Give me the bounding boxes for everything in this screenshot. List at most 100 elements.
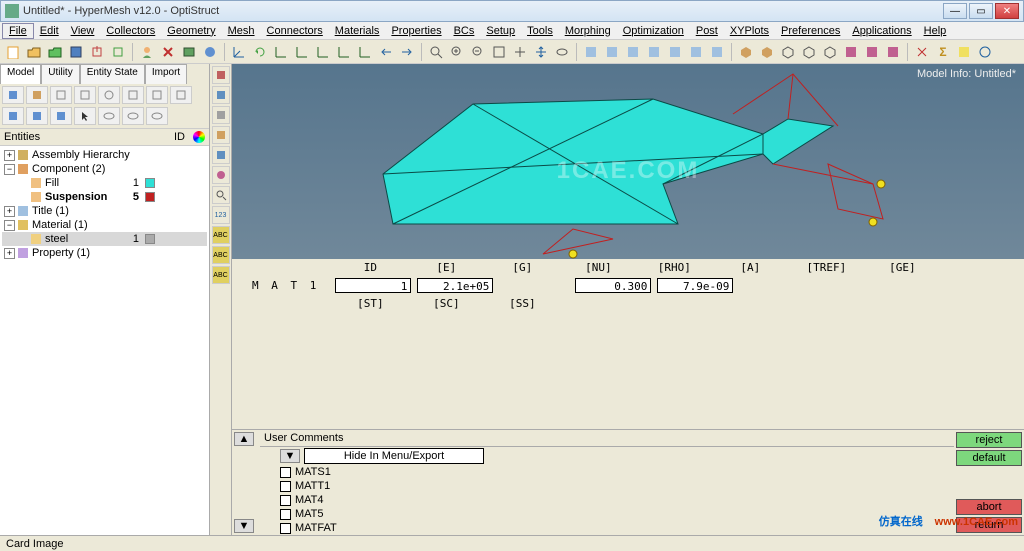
minimize-button[interactable]: — — [943, 3, 967, 19]
zoom-out-icon[interactable] — [469, 43, 487, 61]
vtool-hide-icon[interactable] — [212, 106, 230, 124]
user-icon[interactable] — [138, 43, 156, 61]
menu-tools[interactable]: Tools — [521, 24, 559, 38]
mesh1-icon[interactable] — [842, 43, 860, 61]
menu-geometry[interactable]: Geometry — [161, 24, 221, 38]
default-button[interactable]: default — [956, 450, 1022, 466]
menu-applications[interactable]: Applications — [846, 24, 917, 38]
expand-icon[interactable]: − — [4, 220, 15, 231]
checkbox[interactable] — [280, 467, 291, 478]
open-icon[interactable] — [25, 43, 43, 61]
tree-assembly[interactable]: + Assembly Hierarchy — [2, 148, 207, 162]
menu-optimization[interactable]: Optimization — [617, 24, 690, 38]
shade2-icon[interactable] — [758, 43, 776, 61]
vtool-abc1-icon[interactable]: ABC — [212, 226, 230, 244]
tab-utility[interactable]: Utility — [41, 64, 79, 84]
field-e[interactable]: 2.1e+05 — [417, 278, 493, 293]
vtool-abc2-icon[interactable]: ABC — [212, 246, 230, 264]
tree-suspension[interactable]: Suspension 5 — [2, 190, 207, 204]
arrows-icon[interactable] — [532, 43, 550, 61]
organize-icon[interactable] — [201, 43, 219, 61]
expand-icon[interactable]: + — [4, 150, 15, 161]
view-xy-icon[interactable] — [272, 43, 290, 61]
vtool-find-icon[interactable] — [212, 186, 230, 204]
menu-materials[interactable]: Materials — [329, 24, 386, 38]
vtool-isolate-icon[interactable] — [212, 66, 230, 84]
entity-tree[interactable]: + Assembly Hierarchy − Component (2) Fil… — [0, 146, 209, 535]
menu-help[interactable]: Help — [918, 24, 953, 38]
delete-icon[interactable] — [159, 43, 177, 61]
hide-option[interactable]: Hide In Menu/Export — [304, 448, 484, 464]
menu-mesh[interactable]: Mesh — [222, 24, 261, 38]
card-icon[interactable] — [180, 43, 198, 61]
scroll-up-icon[interactable]: ▲ — [234, 432, 254, 446]
3d-viewport[interactable]: Model Info: Untitled* — [232, 64, 1024, 259]
browser-btn7[interactable] — [146, 86, 168, 104]
zoom-icon[interactable] — [427, 43, 445, 61]
menu-view[interactable]: View — [65, 24, 101, 38]
zoom-in-icon[interactable] — [448, 43, 466, 61]
color-swatch[interactable] — [145, 234, 155, 244]
import-icon[interactable] — [88, 43, 106, 61]
tree-property[interactable]: + Property (1) — [2, 246, 207, 260]
opt-mat5[interactable]: MAT5 — [280, 507, 934, 521]
wire1-icon[interactable] — [779, 43, 797, 61]
zoom-fit-icon[interactable] — [490, 43, 508, 61]
expand-icon[interactable]: − — [4, 164, 15, 175]
wire3-icon[interactable] — [821, 43, 839, 61]
new-icon[interactable] — [4, 43, 22, 61]
view-rev-icon[interactable] — [356, 43, 374, 61]
menu-connectors[interactable]: Connectors — [261, 24, 329, 38]
browser-btn8[interactable] — [170, 86, 192, 104]
vtool-numbers-icon[interactable]: 123 — [212, 206, 230, 224]
browser-btn9[interactable] — [2, 107, 24, 125]
tree-steel[interactable]: steel 1 — [2, 232, 207, 246]
pan-icon[interactable] — [511, 43, 529, 61]
tab-import[interactable]: Import — [145, 64, 187, 84]
menu-xyplots[interactable]: XYPlots — [724, 24, 775, 38]
menu-morphing[interactable]: Morphing — [559, 24, 617, 38]
tree-component[interactable]: − Component (2) — [2, 162, 207, 176]
tool-sigma-icon[interactable]: Σ — [934, 43, 952, 61]
tool-check-icon[interactable] — [955, 43, 973, 61]
display7-icon[interactable] — [708, 43, 726, 61]
tool-opt-icon[interactable] — [976, 43, 994, 61]
save-icon[interactable] — [67, 43, 85, 61]
menu-edit[interactable]: Edit — [34, 24, 65, 38]
tab-entity-state[interactable]: Entity State — [80, 64, 145, 84]
vtool-show-icon[interactable] — [212, 86, 230, 104]
tab-model[interactable]: Model — [0, 64, 41, 84]
browser-btn10[interactable] — [26, 107, 48, 125]
menu-file[interactable]: File — [2, 23, 34, 39]
browser-btn3[interactable] — [50, 86, 72, 104]
browser-btn11[interactable] — [50, 107, 72, 125]
browser-btn13[interactable] — [98, 107, 120, 125]
display1-icon[interactable] — [582, 43, 600, 61]
mesh3-icon[interactable] — [884, 43, 902, 61]
view-iso-icon[interactable] — [335, 43, 353, 61]
color-swatch[interactable] — [145, 192, 155, 202]
browser-btn6[interactable] — [122, 86, 144, 104]
tree-material[interactable]: − Material (1) — [2, 218, 207, 232]
menu-properties[interactable]: Properties — [385, 24, 447, 38]
display3-icon[interactable] — [624, 43, 642, 61]
display2-icon[interactable] — [603, 43, 621, 61]
mesh2-icon[interactable] — [863, 43, 881, 61]
checkbox[interactable] — [280, 481, 291, 492]
menu-collectors[interactable]: Collectors — [100, 24, 161, 38]
export-icon[interactable] — [109, 43, 127, 61]
color-swatch[interactable] — [145, 178, 155, 188]
menu-bcs[interactable]: BCs — [448, 24, 481, 38]
scroll-down-icon[interactable]: ▼ — [234, 519, 254, 533]
dropdown-icon[interactable]: ▼ — [280, 449, 300, 463]
browser-btn2[interactable] — [26, 86, 48, 104]
browser-btn14[interactable] — [122, 107, 144, 125]
vtool-abc3-icon[interactable]: ABC — [212, 266, 230, 284]
vtool-unmask-icon[interactable] — [212, 146, 230, 164]
wire2-icon[interactable] — [800, 43, 818, 61]
browser-btn5[interactable] — [98, 86, 120, 104]
browser-cursor-icon[interactable] — [74, 107, 96, 125]
spin-icon[interactable] — [553, 43, 571, 61]
tool-q-icon[interactable] — [913, 43, 931, 61]
vtool-mask-icon[interactable] — [212, 126, 230, 144]
